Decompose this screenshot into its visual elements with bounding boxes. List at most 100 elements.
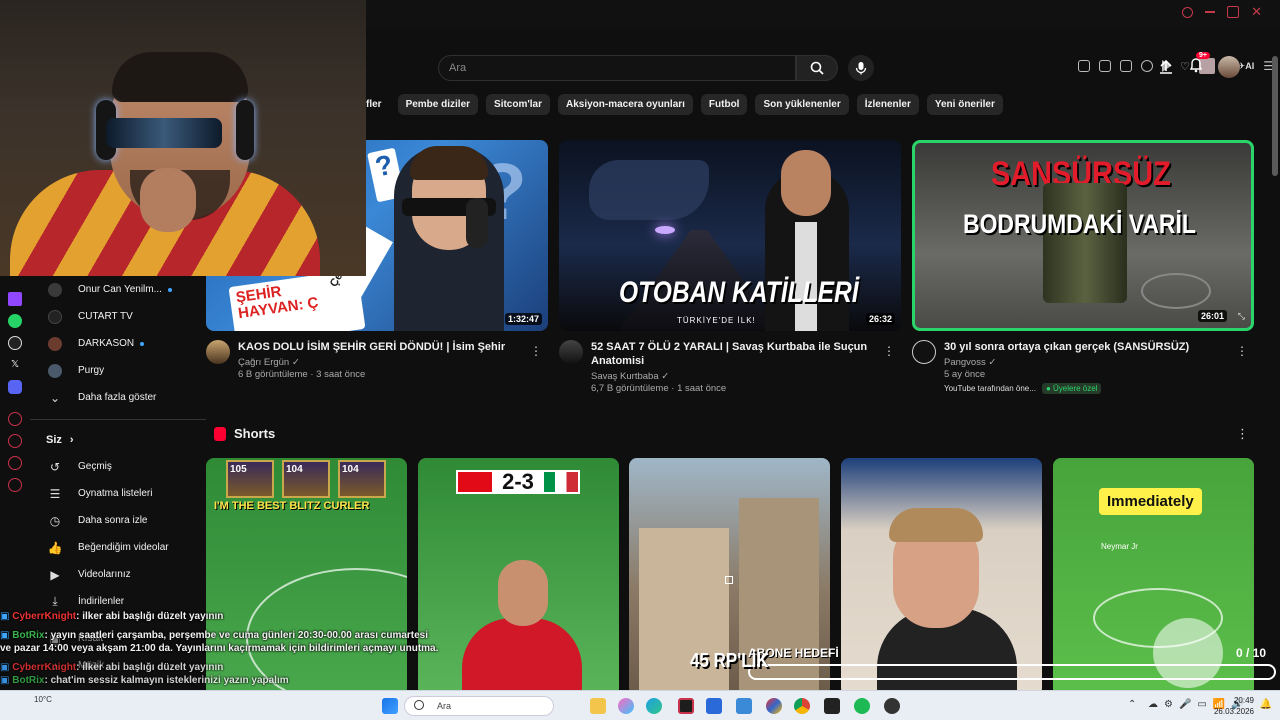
- player-card: 105: [226, 460, 274, 498]
- sidebar-item-your-videos[interactable]: ▶ Videolarınız: [30, 561, 206, 588]
- hand: [140, 168, 196, 232]
- pin-icon[interactable]: [1077, 60, 1090, 72]
- maximize-icon[interactable]: [1227, 6, 1240, 18]
- x-icon[interactable]: 𝕏: [8, 358, 22, 372]
- taskbar-search[interactable]: Ara: [404, 696, 554, 716]
- whatsapp-icon[interactable]: [8, 314, 22, 328]
- chat-message: ▣ CyberrKnight: ilker abi başlığı düzelt…: [0, 661, 440, 674]
- sidebar-item-liked[interactable]: 👍 Beğendiğim videolar: [30, 534, 206, 561]
- barrel-graphic: [1043, 183, 1127, 303]
- edge-icon[interactable]: [646, 698, 662, 714]
- taskbar-clock[interactable]: 20:49 26.03.2026: [1214, 695, 1254, 717]
- record-icon[interactable]: [8, 412, 22, 426]
- chat-icon[interactable]: [8, 456, 22, 470]
- twitch-icon: ▣: [0, 630, 13, 641]
- windows-start-icon[interactable]: [382, 698, 398, 714]
- channel-name[interactable]: Pangvoss ✓: [944, 357, 1189, 368]
- video-title[interactable]: KAOS DOLU İSİM ŞEHİR GERİ DÖNDÜ! | İsim …: [238, 340, 505, 354]
- chip[interactable]: Futbol: [700, 94, 748, 115]
- search-button[interactable]: [796, 55, 838, 81]
- playlist-icon: ☰: [49, 486, 61, 501]
- show-more-button[interactable]: ⌄ Daha fazla göster: [30, 384, 206, 411]
- clock-icon[interactable]: [8, 434, 22, 448]
- app-icon[interactable]: [824, 698, 840, 714]
- ai-icon[interactable]: ✈AI: [1238, 61, 1255, 72]
- goal-count: 0 / 10: [1236, 646, 1266, 660]
- file-explorer-icon[interactable]: [590, 698, 606, 714]
- scrollbar[interactable]: [1272, 56, 1278, 176]
- you-section-header[interactable]: Siz ›: [30, 426, 206, 453]
- video-thumbnail[interactable]: OTOBAN KATİLLERİ TÜRKİYE'DE İLK! 26:32: [559, 140, 901, 331]
- sidebar-item-watch-later[interactable]: ◷ Daha sonra izle: [30, 507, 206, 534]
- more-options-icon[interactable]: ⋮: [883, 344, 895, 358]
- chat-username: CyberrKnight: [12, 611, 77, 622]
- notification-badge: 9+: [1196, 51, 1210, 59]
- chip[interactable]: Sitcom'lar: [486, 94, 550, 115]
- app-icon[interactable]: [736, 698, 752, 714]
- channel-avatar[interactable]: [206, 340, 230, 364]
- more-options-icon[interactable]: ⋮: [530, 344, 542, 358]
- app-icon[interactable]: [678, 698, 694, 714]
- gear-icon[interactable]: [1140, 60, 1153, 72]
- app-icon[interactable]: [706, 698, 722, 714]
- discord-icon[interactable]: [8, 380, 22, 394]
- sidebar-sub[interactable]: CUTART TV: [30, 303, 206, 330]
- sidebar-sub[interactable]: Purgy: [30, 357, 206, 384]
- twitch-icon[interactable]: [8, 292, 22, 306]
- shorts-more-icon[interactable]: ⋮: [1236, 426, 1249, 442]
- channel-avatar[interactable]: [912, 340, 936, 364]
- video-card[interactable]: SANSÜRSÜZ BODRUMDAKİ VARİL 26:01 ⤡ 30 yı…: [912, 140, 1254, 394]
- shorts-title: Shorts: [234, 426, 276, 441]
- more-options-icon[interactable]: ⋮: [1236, 344, 1248, 358]
- sidebar-sub[interactable]: DARKASON: [30, 330, 206, 357]
- voice-search-button[interactable]: [848, 55, 874, 81]
- video-thumbnail[interactable]: SANSÜRSÜZ BODRUMDAKİ VARİL 26:01 ⤡: [912, 140, 1254, 331]
- weather-widget[interactable]: 10°C: [34, 695, 52, 704]
- upload-icon[interactable]: [1158, 59, 1174, 75]
- chip[interactable]: İzlenenler: [856, 94, 919, 115]
- minimize-icon[interactable]: [1205, 11, 1216, 13]
- live-dot: [140, 341, 145, 346]
- notification-bell-icon[interactable]: 🔔: [1260, 699, 1272, 710]
- app-icon[interactable]: [884, 698, 900, 714]
- chip[interactable]: Son yüklenenler: [755, 94, 849, 115]
- promo-text: YouTube tarafından öne...: [944, 384, 1036, 393]
- screenshot-icon[interactable]: [1098, 60, 1111, 72]
- app-icon[interactable]: [766, 698, 782, 714]
- microphone-icon: [855, 62, 867, 75]
- tray-chevron-icon[interactable]: ⌃: [1128, 699, 1136, 710]
- rp-caption: 45 RP'LİK: [690, 650, 769, 672]
- chrome-icon[interactable]: [794, 698, 810, 714]
- members-icon: ⤡: [1237, 311, 1245, 321]
- sidebar-sub[interactable]: Onur Can Yenilm...: [30, 276, 206, 303]
- chip[interactable]: Pembe diziler: [397, 94, 479, 115]
- spotify-icon[interactable]: [854, 698, 870, 714]
- player-figure: [462, 618, 582, 696]
- header-actions: 9+: [1158, 51, 1240, 78]
- tiktok-icon[interactable]: [8, 336, 22, 350]
- sidebar-item-history[interactable]: ↺ Geçmiş: [30, 453, 206, 480]
- channel-avatar[interactable]: [559, 340, 583, 364]
- settings-icon[interactable]: [8, 478, 22, 492]
- notifications-button[interactable]: 9+: [1188, 51, 1210, 78]
- chip[interactable]: Aksiyon-macera oyunları: [557, 94, 693, 115]
- chevron-down-icon: ⌄: [49, 390, 61, 405]
- channel-name-text: Savaş Kurtbaba: [591, 371, 659, 382]
- shield-icon[interactable]: [1119, 60, 1132, 72]
- video-card[interactable]: OTOBAN KATİLLERİ TÜRKİYE'DE İLK! 26:32 5…: [559, 140, 901, 394]
- account-avatar[interactable]: [1218, 56, 1240, 78]
- short-caption: I'M THE BEST BLITZ CURLER: [214, 500, 370, 512]
- channel-name[interactable]: Çağrı Ergün ✓: [238, 357, 505, 368]
- search-input[interactable]: Ara: [438, 55, 796, 81]
- channel-name[interactable]: Savaş Kurtbaba ✓: [591, 371, 867, 382]
- person-face: [781, 150, 831, 216]
- chip[interactable]: Yeni öneriler: [926, 94, 1003, 115]
- video-title[interactable]: 30 yıl sonra ortaya çıkan gerçek (SANSÜR…: [944, 340, 1189, 354]
- sidebar-item-playlists[interactable]: ☰ Oynatma listeleri: [30, 480, 206, 507]
- copilot-icon[interactable]: [618, 698, 634, 714]
- chip[interactable]: fler: [366, 94, 390, 115]
- short-card[interactable]: 2-3: [418, 458, 619, 696]
- video-title[interactable]: 52 SAAT 7 ÖLÜ 2 YARALI | Savaş Kurtbaba …: [591, 340, 867, 368]
- search-icon[interactable]: [1182, 6, 1194, 18]
- close-icon[interactable]: ✕: [1251, 5, 1262, 18]
